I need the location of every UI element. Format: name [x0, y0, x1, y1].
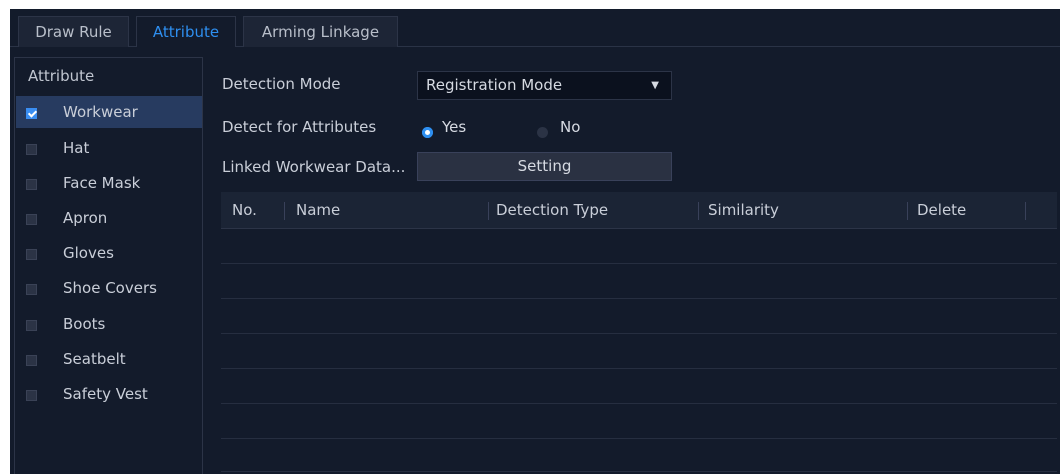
attribute-panel-title: Attribute	[28, 67, 95, 85]
checkbox-icon[interactable]	[26, 320, 37, 331]
column-header-name: Name	[296, 201, 341, 219]
attribute-item-label: Seatbelt	[63, 350, 126, 368]
table-row-divider	[221, 403, 1057, 404]
detection-mode-label: Detection Mode	[222, 75, 341, 93]
caret-down-icon: ▼	[651, 80, 659, 91]
attribute-item-safety-vest[interactable]: Safety Vest	[16, 378, 202, 410]
detection-mode-value: Registration Mode	[426, 76, 563, 94]
table-header: No. Name Detection Type Similarity Delet…	[221, 192, 1057, 229]
attribute-item-workwear[interactable]: Workwear	[16, 96, 202, 128]
checkbox-icon[interactable]	[26, 284, 37, 295]
linked-workwear-data-label: Linked Workwear Data...	[222, 158, 406, 176]
column-divider	[1025, 202, 1026, 220]
checkbox-icon[interactable]	[26, 179, 37, 190]
column-header-similarity: Similarity	[708, 201, 779, 219]
column-header-delete: Delete	[917, 201, 967, 219]
attribute-item-boots[interactable]: Boots	[16, 308, 202, 340]
checkbox-checked-icon[interactable]	[26, 108, 37, 119]
table-row-divider	[221, 333, 1057, 334]
radio-no[interactable]	[537, 127, 548, 138]
column-divider	[488, 202, 489, 220]
tab-attribute[interactable]: Attribute	[136, 16, 236, 47]
settings-panel: Draw Rule Attribute Arming Linkage Attri…	[10, 9, 1060, 474]
checkbox-icon[interactable]	[26, 144, 37, 155]
attribute-item-face-mask[interactable]: Face Mask	[16, 167, 202, 199]
column-divider	[907, 202, 908, 220]
attribute-item-label: Shoe Covers	[63, 279, 157, 297]
attribute-list-panel: Attribute Workwear Hat Face Mask Apron G…	[14, 57, 203, 474]
tab-draw-rule[interactable]: Draw Rule	[18, 16, 129, 47]
detection-mode-dropdown[interactable]: Registration Mode ▼	[417, 71, 672, 100]
table-row-divider	[221, 298, 1057, 299]
tab-bar: Draw Rule Attribute Arming Linkage	[10, 9, 1060, 47]
checkbox-icon[interactable]	[26, 214, 37, 225]
attribute-item-label: Apron	[63, 209, 108, 227]
checkbox-icon[interactable]	[26, 355, 37, 366]
attribute-item-shoe-covers[interactable]: Shoe Covers	[16, 272, 202, 304]
attribute-item-label: Boots	[63, 315, 106, 333]
table-row-divider	[221, 471, 1057, 472]
tab-arming-linkage[interactable]: Arming Linkage	[243, 16, 398, 47]
workwear-data-table: No. Name Detection Type Similarity Delet…	[221, 192, 1057, 474]
attribute-item-apron[interactable]: Apron	[16, 202, 202, 234]
table-row-divider	[221, 263, 1057, 264]
table-row-divider	[221, 438, 1057, 439]
radio-yes[interactable]	[422, 127, 433, 138]
checkbox-icon[interactable]	[26, 390, 37, 401]
attribute-item-label: Workwear	[63, 103, 138, 121]
radio-yes-label[interactable]: Yes	[442, 118, 466, 136]
attribute-item-label: Face Mask	[63, 174, 141, 192]
detect-attributes-label: Detect for Attributes	[222, 118, 377, 136]
attribute-item-label: Hat	[63, 139, 90, 157]
radio-no-label[interactable]: No	[560, 118, 580, 136]
attribute-item-label: Safety Vest	[63, 385, 148, 403]
checkbox-icon[interactable]	[26, 249, 37, 260]
attribute-item-seatbelt[interactable]: Seatbelt	[16, 343, 202, 375]
attribute-item-label: Gloves	[63, 244, 114, 262]
column-divider	[698, 202, 699, 220]
column-divider	[284, 202, 285, 220]
column-header-no: No.	[232, 201, 257, 219]
attribute-item-gloves[interactable]: Gloves	[16, 237, 202, 269]
setting-button[interactable]: Setting	[417, 152, 672, 181]
attribute-item-hat[interactable]: Hat	[16, 132, 202, 164]
table-row-divider	[221, 368, 1057, 369]
column-header-detection-type: Detection Type	[496, 201, 609, 219]
